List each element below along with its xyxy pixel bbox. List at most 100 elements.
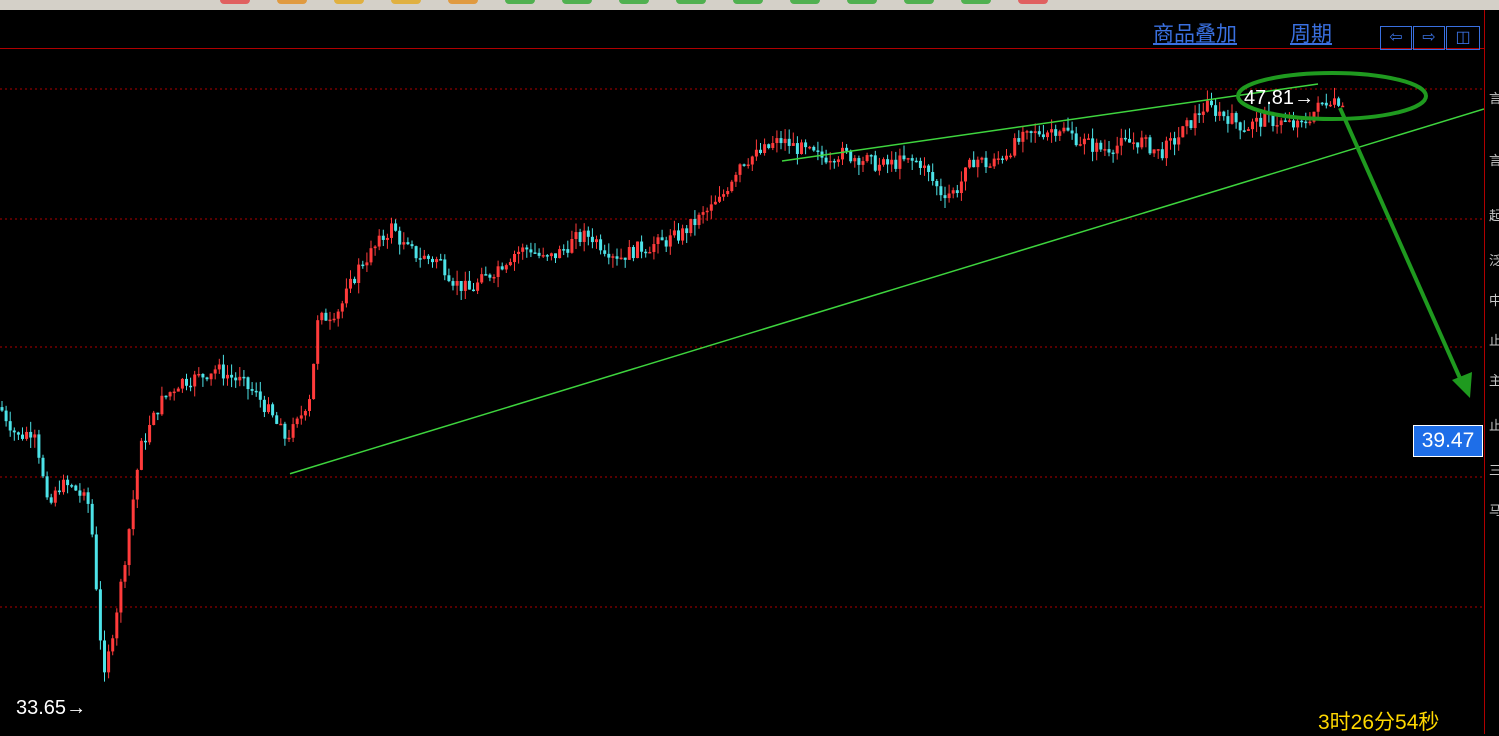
toolbar-button-icon[interactable]	[505, 0, 535, 4]
toolbar-button-icon[interactable]	[391, 0, 421, 4]
candle-body	[299, 415, 303, 419]
candle-body	[636, 241, 639, 259]
toolbar-button-icon[interactable]	[448, 0, 478, 4]
candle-body	[172, 391, 176, 394]
period-button[interactable]: 周期	[1290, 18, 1332, 48]
toolbar-button-icon[interactable]	[334, 0, 364, 4]
candle-body	[533, 252, 537, 254]
candle-body	[45, 476, 49, 498]
toolbar-button-icon[interactable]	[619, 0, 649, 4]
toolbar-button-icon[interactable]	[904, 0, 934, 4]
candle-body	[623, 257, 627, 260]
candle-body	[754, 149, 758, 157]
candle-body	[677, 230, 680, 241]
candle-body	[660, 237, 664, 241]
candlestick-chart[interactable]	[0, 49, 1484, 734]
candle-body	[1283, 120, 1287, 122]
candle-body	[537, 252, 541, 256]
candle-body	[115, 612, 119, 639]
high-price-label: 47.81→	[1244, 87, 1315, 109]
candle-body	[492, 276, 496, 279]
candle-body	[1304, 121, 1308, 124]
candle-body	[906, 158, 910, 160]
candle-body	[1193, 113, 1197, 129]
candle-body	[1009, 155, 1013, 158]
candle-body	[615, 256, 619, 259]
toolbar-button-icon[interactable]	[562, 0, 592, 4]
candle-body	[262, 399, 266, 413]
candle-body	[894, 159, 898, 169]
candle-body	[426, 255, 430, 259]
candle-body	[1046, 132, 1049, 138]
toolbar-button-icon[interactable]	[1018, 0, 1048, 4]
nav-right-icon[interactable]: ⇨	[1413, 26, 1445, 50]
candle-body	[332, 318, 336, 321]
toolbar-button-icon[interactable]	[277, 0, 307, 4]
candle-body	[303, 410, 307, 416]
candle-body	[742, 164, 746, 166]
candle-body	[1103, 149, 1107, 151]
candle-body	[164, 395, 168, 398]
candle-body	[344, 288, 348, 304]
candle-body	[964, 167, 967, 182]
overlay-button[interactable]: 商品叠加	[1153, 18, 1237, 48]
candle-body	[1025, 131, 1029, 133]
toolbar-button-icon[interactable]	[733, 0, 763, 4]
candle-body	[1050, 129, 1054, 133]
candle-body	[0, 407, 4, 411]
candle-body	[1033, 131, 1037, 134]
toolbar-button-icon[interactable]	[220, 0, 250, 4]
current-price-tag: 39.47	[1413, 425, 1483, 457]
candle-body	[877, 164, 881, 171]
candle-body	[767, 144, 771, 148]
nav-left-icon[interactable]: ⇦	[1380, 26, 1412, 50]
candle-body	[869, 155, 873, 157]
candle-body	[689, 218, 693, 234]
candle-body	[320, 312, 324, 321]
candle-body	[472, 289, 475, 292]
candle-body	[312, 363, 316, 400]
candle-body	[939, 186, 943, 196]
candle-body	[86, 492, 90, 504]
candle-body	[902, 155, 906, 160]
candle-body	[910, 158, 914, 161]
candle-body	[127, 529, 131, 566]
candle-body	[402, 242, 406, 245]
candle-body	[1037, 131, 1041, 135]
candle-body	[1005, 155, 1008, 160]
candle-body	[246, 377, 250, 390]
candle-body	[488, 274, 492, 278]
candle-body	[221, 364, 225, 379]
candle-body	[1246, 129, 1250, 131]
candle-body	[787, 138, 791, 146]
candle-body	[968, 159, 972, 168]
candle-body	[521, 247, 525, 252]
candle-body	[74, 485, 78, 491]
candle-body	[1041, 134, 1045, 138]
candle-body	[1107, 149, 1111, 153]
candle-body	[759, 149, 762, 153]
candle-body	[21, 434, 24, 439]
toolbar-button-icon[interactable]	[847, 0, 877, 4]
candle-body	[685, 228, 689, 234]
toolbar-button-icon[interactable]	[961, 0, 991, 4]
candle-body	[1164, 140, 1168, 159]
countdown-timer: 3时26分54秒	[1318, 711, 1440, 734]
candle-body	[29, 431, 33, 438]
candle-body	[656, 237, 660, 245]
candle-body	[882, 159, 885, 165]
toolbar-button-icon[interactable]	[676, 0, 706, 4]
toolbar-button-icon[interactable]	[790, 0, 820, 4]
low-price-label: 33.65→	[16, 697, 87, 719]
candle-body	[16, 432, 20, 435]
candle-body	[918, 160, 922, 168]
right-side-panel[interactable]: 言言起泛中止主止三马	[1484, 10, 1499, 734]
candle-body	[726, 191, 730, 195]
candle-body	[49, 497, 53, 503]
layout-grid-icon[interactable]: ◫	[1446, 26, 1480, 50]
candle-body	[1226, 116, 1230, 124]
candle-body	[1337, 98, 1341, 106]
candle-body	[836, 159, 840, 163]
chart-header: 商品叠加 周期 ⇦ ⇨ ◫	[0, 10, 1484, 50]
candle-body	[1296, 120, 1300, 128]
